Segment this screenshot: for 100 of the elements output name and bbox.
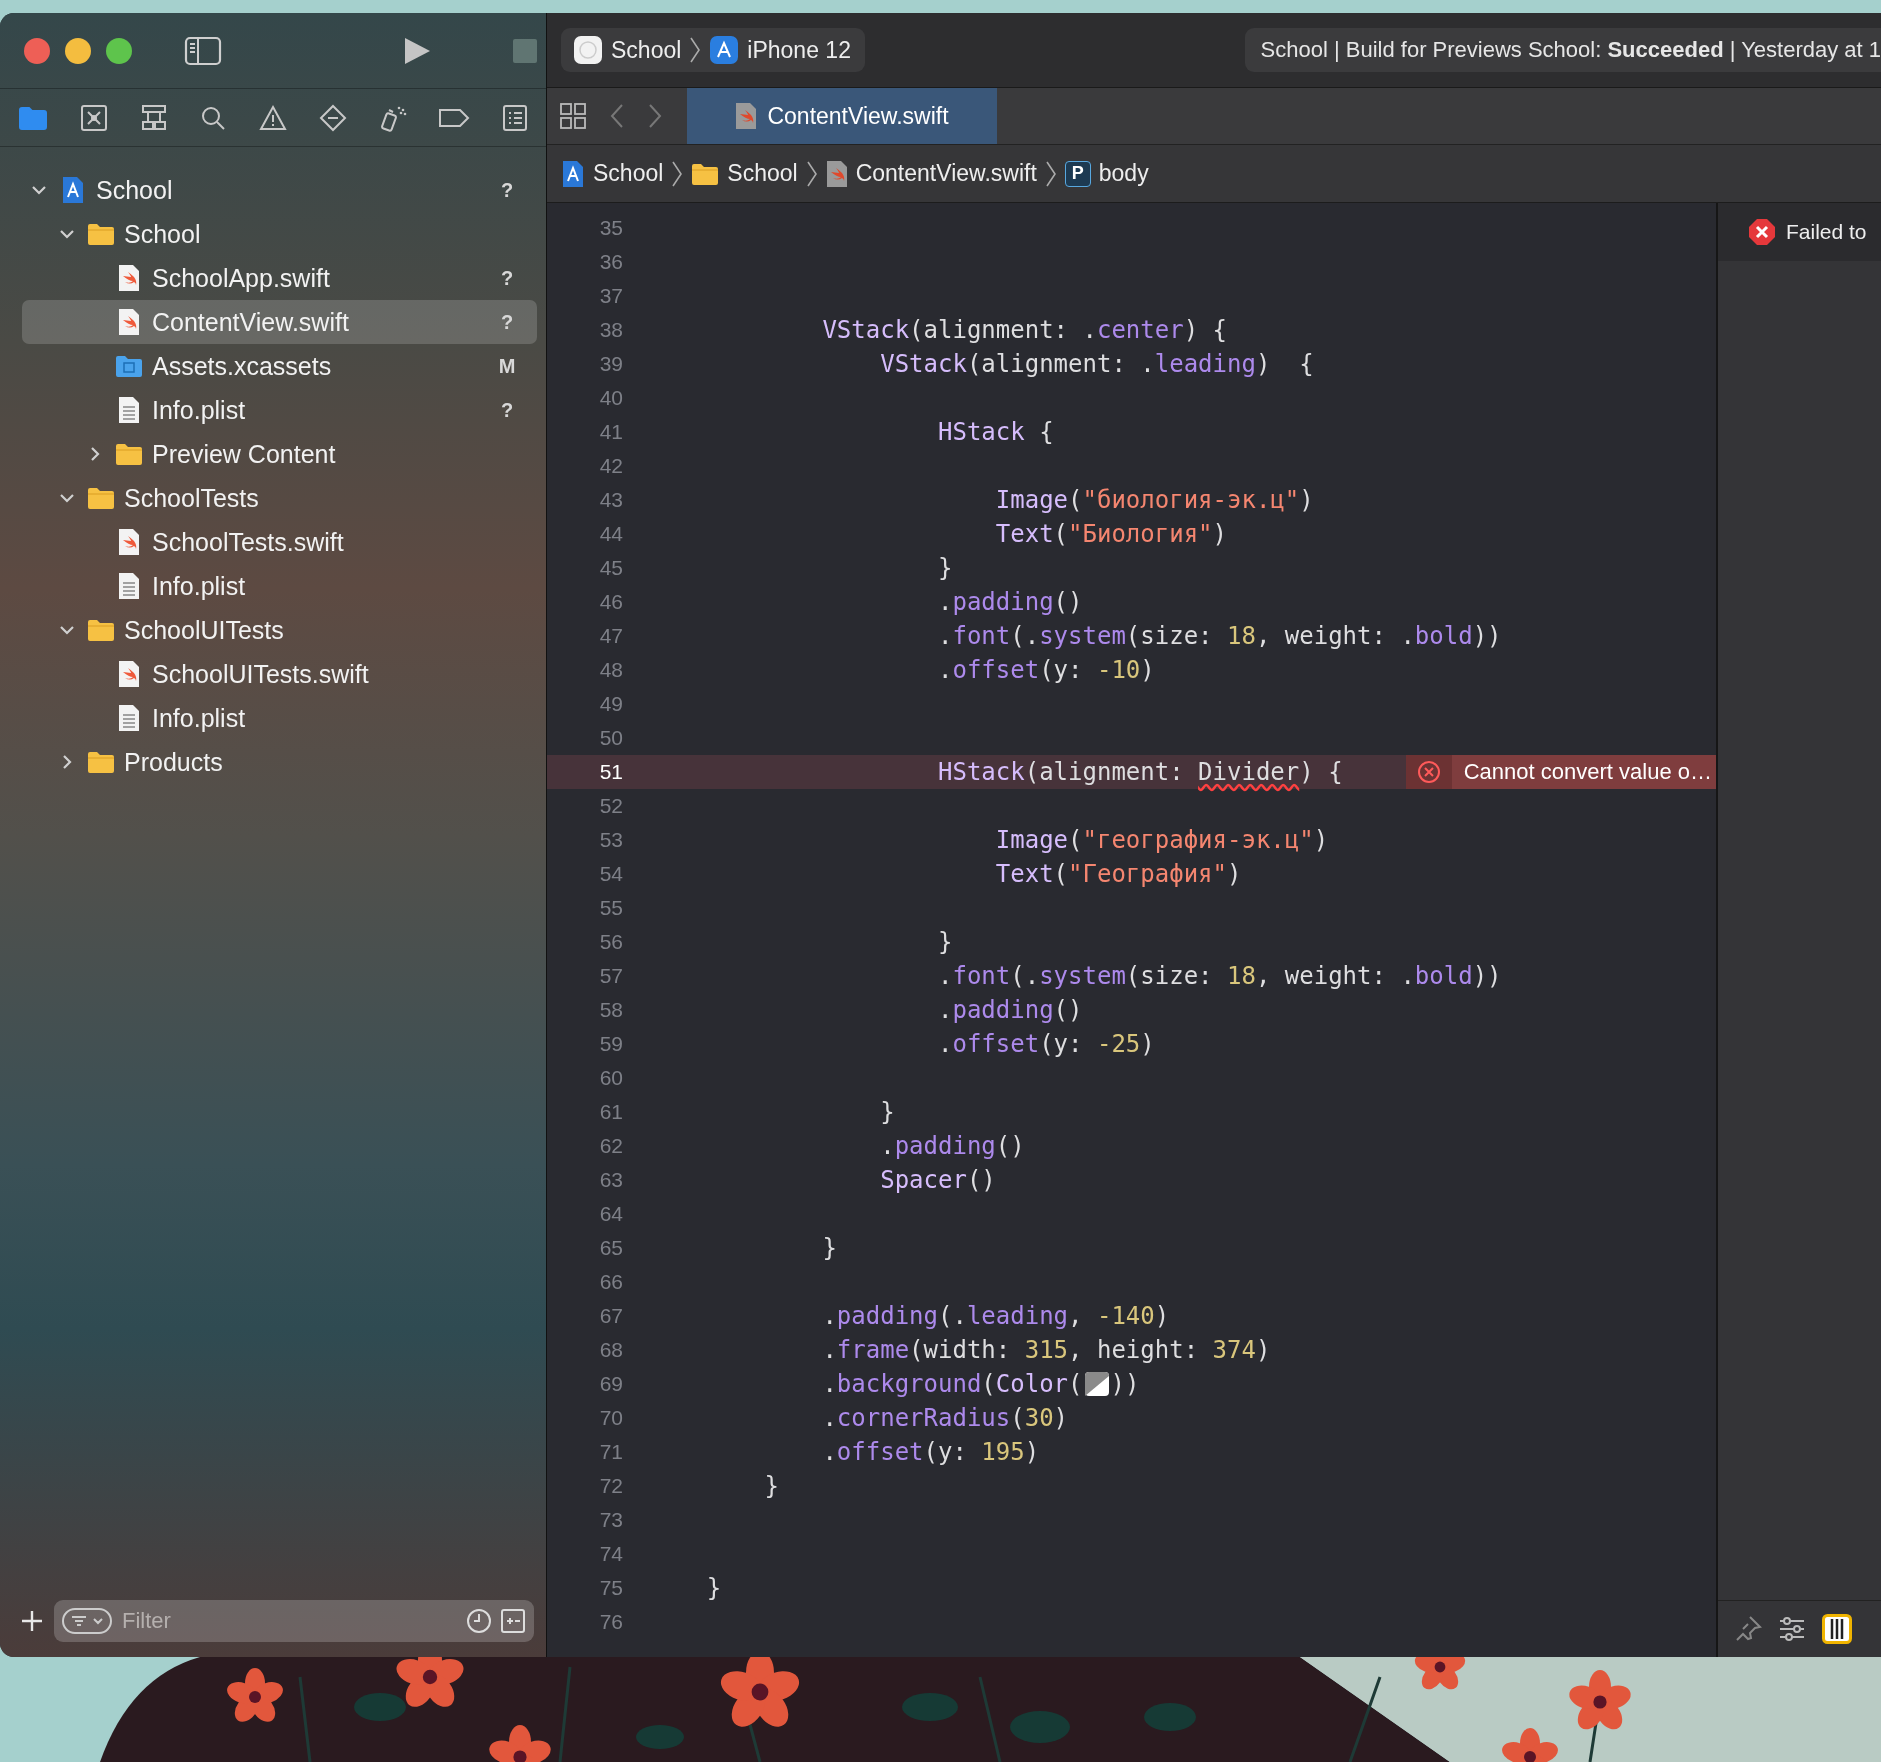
line-number: 58 xyxy=(598,998,623,1022)
scm-status: M xyxy=(497,354,517,378)
filter-menu-icon[interactable] xyxy=(62,1608,112,1634)
breadcrumb-item[interactable]: School xyxy=(691,160,798,187)
code-line: .padding() xyxy=(937,996,1083,1024)
zoom-button[interactable] xyxy=(106,37,132,64)
plus-minus-box-icon[interactable] xyxy=(500,1608,526,1634)
line-number: 76 xyxy=(598,1610,623,1634)
code-line: VStack(alignment: .leading) { xyxy=(879,350,1314,378)
columns-icon[interactable] xyxy=(1822,1614,1852,1644)
code-line: .background(Color( )) xyxy=(821,1370,1140,1398)
line-number: 60 xyxy=(598,1066,623,1090)
minimize-button[interactable] xyxy=(65,37,91,64)
breadcrumb-item[interactable]: School xyxy=(561,159,664,188)
code-line: .offset(y: -10) xyxy=(937,656,1155,684)
breadcrumb-item[interactable]: P body xyxy=(1064,160,1149,187)
line-number: 64 xyxy=(598,1202,623,1226)
line-number: 75 xyxy=(598,1576,623,1600)
code-line: } xyxy=(937,928,953,956)
swift-file-icon xyxy=(825,159,848,188)
preview-error-message: Failed to xyxy=(1786,220,1867,244)
app-icon xyxy=(573,35,603,65)
filter-bar[interactable]: Filter xyxy=(54,1600,534,1642)
swift-file-icon xyxy=(118,264,140,292)
scm-status: ? xyxy=(499,266,515,290)
tree-item[interactable]: SchoolUITests xyxy=(22,608,537,652)
tree-item[interactable]: Info.plist ? xyxy=(22,388,537,432)
folder-icon xyxy=(87,750,115,774)
code-line: .cornerRadius(30) xyxy=(821,1404,1069,1432)
list-icon[interactable] xyxy=(502,103,528,132)
hierarchy-icon[interactable] xyxy=(139,103,168,132)
line-number: 63 xyxy=(598,1168,623,1192)
tree-item[interactable]: Assets.xcassets M xyxy=(22,344,537,388)
error-icon xyxy=(1748,218,1776,246)
grid-icon[interactable] xyxy=(559,102,587,130)
line-number: 55 xyxy=(598,896,623,920)
scheme-name: School xyxy=(611,36,682,64)
close-button[interactable] xyxy=(24,37,50,64)
color-swatch-icon[interactable] xyxy=(1083,1371,1110,1397)
code-line: Image("география-эк.ц") xyxy=(994,826,1329,854)
folder-icon xyxy=(115,442,143,466)
document-icon xyxy=(118,396,140,424)
chevron-icon xyxy=(689,35,702,65)
line-number: 50 xyxy=(598,726,623,750)
tree-item[interactable]: SchoolTests xyxy=(22,476,537,520)
tree-item[interactable]: School ? xyxy=(22,168,537,212)
code-line: .padding() xyxy=(937,588,1083,616)
document-icon xyxy=(118,704,140,732)
tree-item[interactable]: Info.plist xyxy=(22,696,537,740)
folder-icon xyxy=(87,618,115,642)
tree-item[interactable]: SchoolTests.swift xyxy=(22,520,537,564)
tree-item[interactable]: School xyxy=(22,212,537,256)
code-line: } xyxy=(937,554,953,582)
add-icon[interactable] xyxy=(20,1609,44,1633)
tree-item[interactable]: Products xyxy=(22,740,537,784)
line-number: 49 xyxy=(598,692,623,716)
swift-file-icon xyxy=(118,660,140,688)
line-number: 73 xyxy=(598,1508,623,1532)
code-line: .offset(y: 195) xyxy=(821,1438,1040,1466)
filter-field[interactable]: Filter xyxy=(120,1607,458,1635)
code-line: VStack(alignment: .center) { xyxy=(821,316,1227,344)
forward-icon[interactable] xyxy=(647,103,663,129)
code-line: .font(.system(size: 18, weight: .bold)) xyxy=(937,962,1502,990)
line-number: 47 xyxy=(598,624,623,648)
tree-item[interactable]: ContentView.swift ? xyxy=(22,300,537,344)
error-banner[interactable]: Cannot convert value o… xyxy=(1405,755,1716,789)
code-line: } xyxy=(763,1472,780,1500)
code-line: .frame(width: 315, height: 374) xyxy=(821,1336,1271,1364)
folder-icon[interactable] xyxy=(18,104,48,131)
tree-item[interactable]: SchoolApp.swift ? xyxy=(22,256,537,300)
line-number: 35 xyxy=(598,216,623,240)
sidebar-toggle-icon[interactable] xyxy=(184,35,222,66)
line-number: 72 xyxy=(598,1474,623,1498)
line-number: 74 xyxy=(598,1542,623,1566)
line-number: 46 xyxy=(598,590,623,614)
diamond-icon[interactable] xyxy=(318,103,347,132)
sliders-icon[interactable] xyxy=(1778,1616,1806,1642)
editor-tab[interactable]: ContentView.swift xyxy=(687,88,997,144)
error-icon xyxy=(1416,760,1441,784)
activity-status: School | Build for Previews School: Succeeded | Yesterday at 1 xyxy=(1244,28,1881,72)
line-number: 61 xyxy=(598,1100,623,1124)
tree-item[interactable]: SchoolUITests.swift xyxy=(22,652,537,696)
warning-icon[interactable] xyxy=(259,103,287,132)
scheme-selector[interactable]: School iPhone 12 xyxy=(561,28,865,72)
line-number: 67 xyxy=(598,1304,623,1328)
line-number: 45 xyxy=(598,556,623,580)
document-icon xyxy=(118,572,140,600)
line-number: 68 xyxy=(598,1338,623,1362)
line-number: 59 xyxy=(598,1032,623,1056)
tree-item[interactable]: Preview Content xyxy=(22,432,537,476)
line-number: 48 xyxy=(598,658,623,682)
back-icon[interactable] xyxy=(609,103,625,129)
breadcrumb-item[interactable]: ContentView.swift xyxy=(825,159,1037,188)
clock-icon[interactable] xyxy=(466,1608,492,1634)
play-icon[interactable] xyxy=(402,35,432,66)
tree-item[interactable]: Info.plist xyxy=(22,564,537,608)
error-message: Cannot convert value o… xyxy=(1462,758,1713,786)
asset-folder-icon xyxy=(115,354,143,378)
code-line: .padding(.leading, -140) xyxy=(821,1302,1170,1330)
pin-icon[interactable] xyxy=(1734,1615,1762,1643)
